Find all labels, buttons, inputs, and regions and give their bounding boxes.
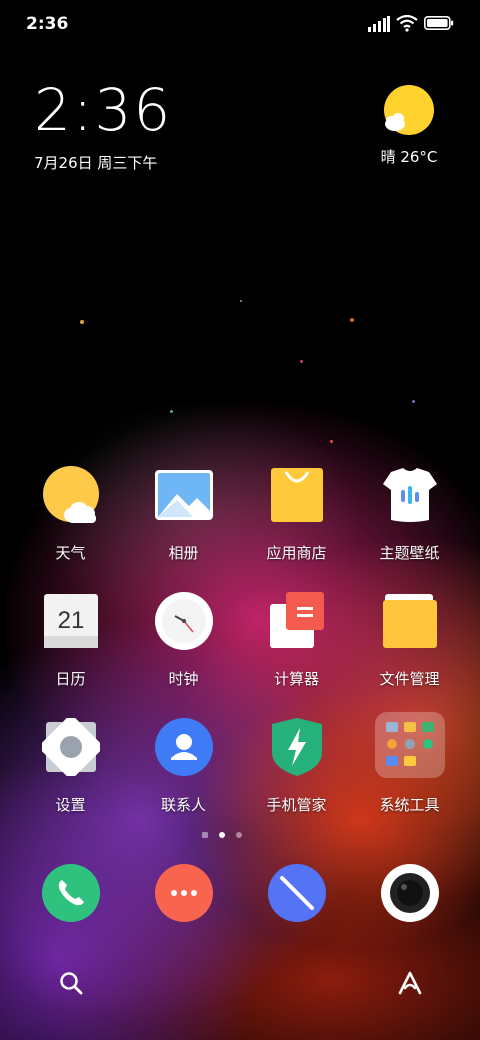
app-label: 相册	[168, 544, 199, 562]
dock-messages[interactable]	[127, 864, 240, 922]
app-label: 日历	[55, 670, 86, 688]
calculator-icon	[268, 592, 326, 650]
app-files[interactable]: 文件管理	[353, 592, 466, 689]
gallery-icon	[154, 466, 213, 524]
folder-icon	[374, 712, 445, 778]
phone-icon	[41, 864, 100, 922]
app-system-tools-folder[interactable]: 系统工具	[353, 712, 466, 815]
page-indicator[interactable]	[0, 830, 480, 840]
file-manager-icon	[381, 592, 439, 650]
clock-date: 7月26日 周三下午	[34, 154, 158, 172]
security-icon	[268, 718, 326, 776]
status-bar: 2:36	[0, 0, 480, 50]
dock	[14, 864, 466, 924]
weather-icon	[42, 466, 100, 524]
app-store[interactable]: 应用商店	[240, 466, 353, 563]
app-clock[interactable]: 时钟	[127, 592, 240, 689]
calendar-icon: 21	[42, 592, 100, 650]
messages-icon	[154, 864, 213, 922]
wifi-icon	[396, 14, 418, 32]
dock-phone[interactable]	[14, 864, 127, 922]
themes-icon	[381, 466, 439, 524]
app-contacts[interactable]: 联系人	[127, 718, 240, 815]
app-label: 文件管理	[379, 670, 440, 688]
app-label: 计算器	[273, 670, 319, 688]
status-time: 2:36	[26, 14, 69, 34]
app-store-icon	[268, 466, 326, 524]
app-gallery[interactable]: 相册	[127, 466, 240, 563]
browser-icon	[267, 864, 326, 922]
app-calculator[interactable]: 计算器	[240, 592, 353, 689]
page-dot-2	[219, 832, 225, 838]
battery-icon	[424, 16, 454, 30]
search-icon[interactable]	[58, 970, 84, 996]
app-weather[interactable]: 天气	[14, 466, 127, 563]
weather-widget[interactable]: 晴 26°C	[374, 84, 444, 167]
sunny-cloud-icon	[381, 84, 437, 140]
app-settings[interactable]: 设置	[14, 715, 127, 815]
app-label: 天气	[55, 544, 86, 562]
dock-browser[interactable]	[240, 864, 353, 922]
app-label: 设置	[55, 796, 86, 814]
app-label: 联系人	[160, 796, 206, 814]
calendar-day: 21	[57, 607, 84, 634]
app-themes[interactable]: 主题壁纸	[353, 466, 466, 563]
contacts-icon	[154, 718, 213, 776]
signal-icon	[368, 16, 390, 32]
clock-time: 2:36	[34, 76, 173, 144]
weather-condition: 晴 26°C	[380, 148, 438, 166]
app-label: 系统工具	[379, 796, 440, 814]
app-label: 手机管家	[266, 796, 327, 814]
app-label: 主题壁纸	[379, 544, 440, 562]
app-calendar[interactable]: 21 日历	[14, 592, 127, 689]
page-dot-3	[236, 832, 242, 838]
app-label: 时钟	[168, 670, 199, 688]
dock-camera[interactable]	[353, 864, 466, 922]
assistant-icon[interactable]	[396, 970, 424, 996]
settings-icon	[38, 715, 103, 779]
page-dot-1	[202, 832, 208, 838]
app-security[interactable]: 手机管家	[240, 718, 353, 815]
clock-widget[interactable]: 2:36 7月26日 周三下午	[34, 76, 172, 173]
camera-icon	[380, 864, 439, 922]
bottom-bar	[0, 960, 480, 1010]
app-label: 应用商店	[266, 544, 327, 562]
clock-icon	[154, 592, 213, 650]
